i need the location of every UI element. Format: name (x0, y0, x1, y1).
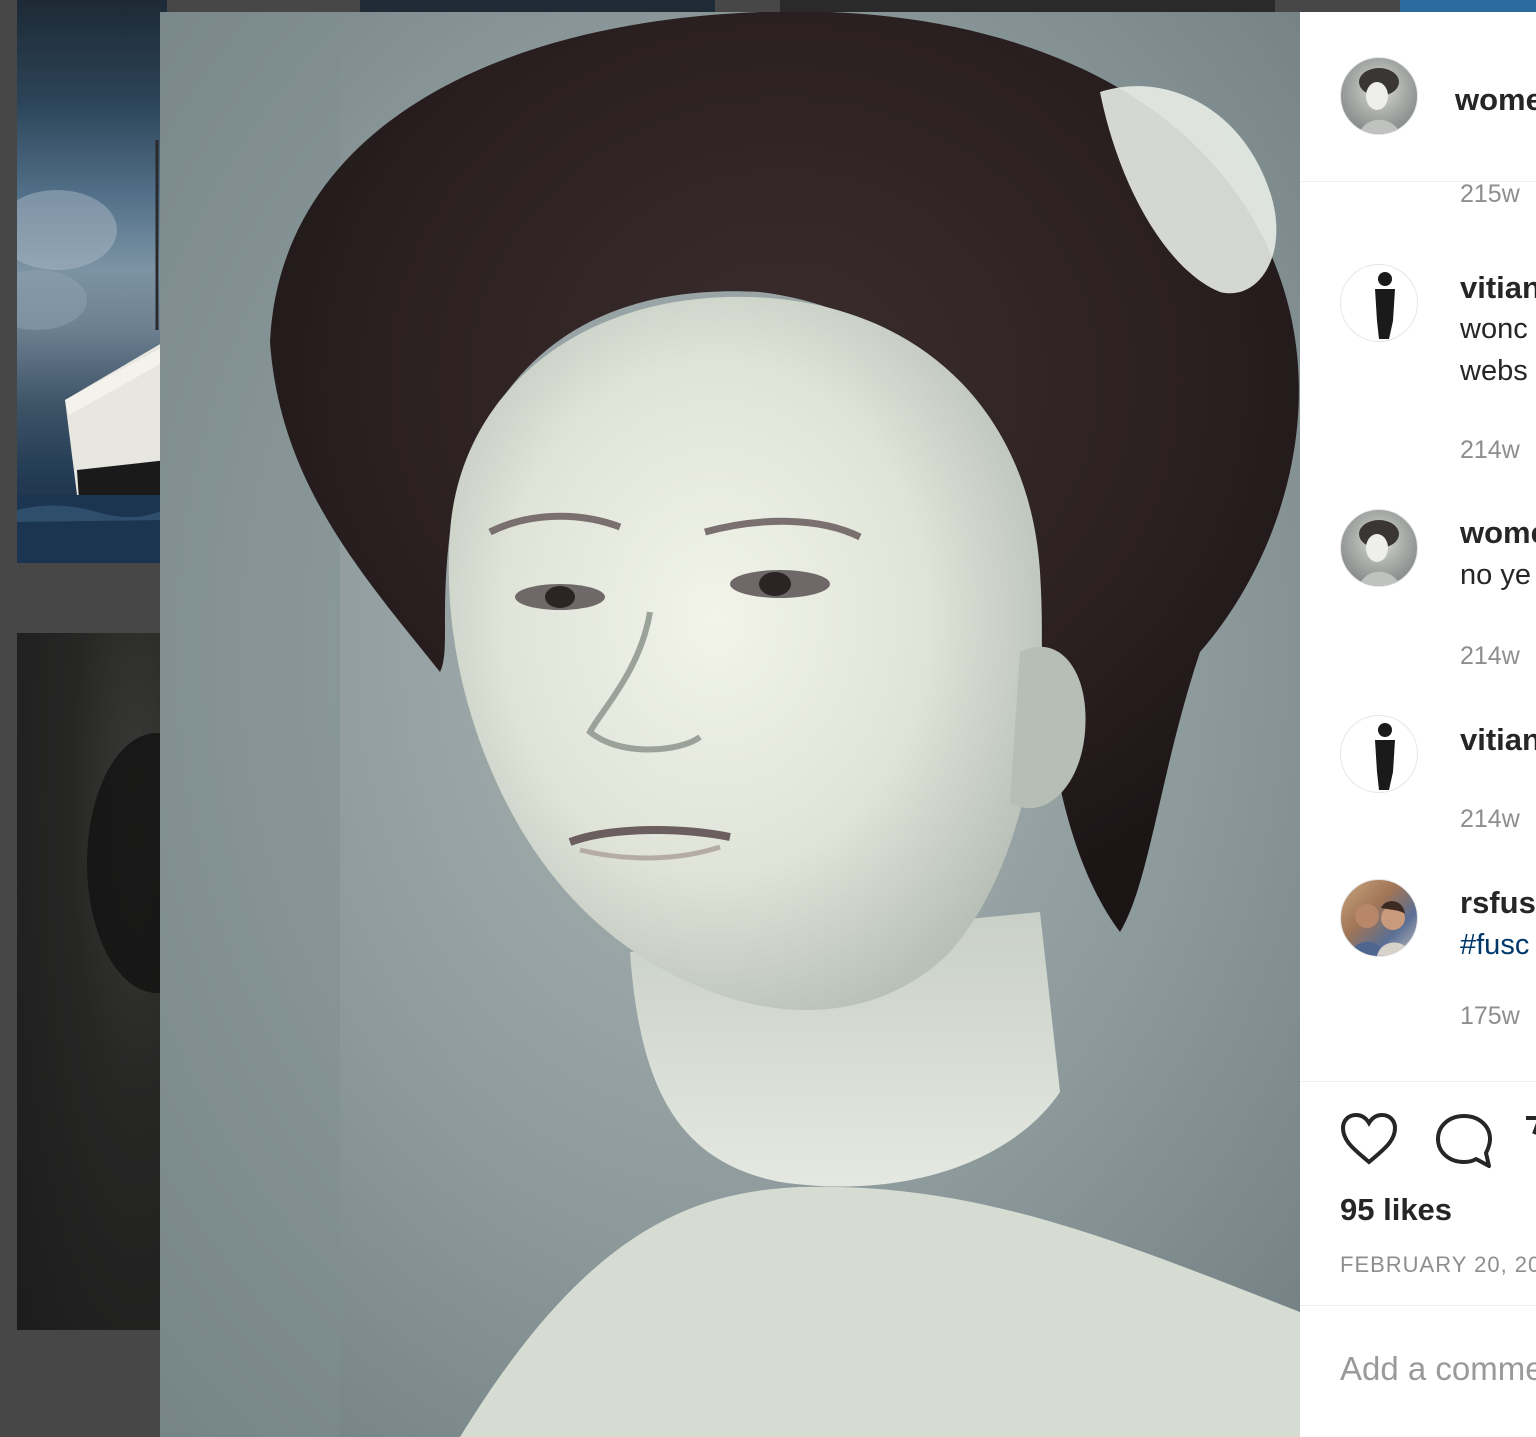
background-feed-thumbnail-ship[interactable] (17, 0, 167, 563)
commenter-avatar[interactable] (1340, 264, 1418, 342)
comment-text-line: no ye (1460, 559, 1531, 591)
comment-timestamp[interactable]: 175w (1460, 1002, 1520, 1031)
background-feed-thumbnail[interactable] (1400, 0, 1536, 12)
ship-illustration (17, 140, 167, 563)
couple-photo-icon (1349, 901, 1411, 956)
post-details-panel: wome 215w vitian wonc webs 214w wome no … (1300, 12, 1536, 1437)
background-feed-thumbnail[interactable] (780, 0, 1275, 12)
woman-portrait-icon (1359, 520, 1401, 586)
commenter-avatar[interactable] (1340, 715, 1418, 793)
comment-timestamp[interactable]: 215w (1460, 180, 1520, 209)
man-standing-icon (1375, 723, 1395, 790)
background-feed-thumbnail[interactable] (360, 0, 715, 12)
commenter-username[interactable]: rsfusc (1460, 885, 1536, 921)
author-username[interactable]: wome (1455, 82, 1536, 118)
commenter-username[interactable]: wome (1460, 515, 1536, 551)
commenter-avatar[interactable] (1340, 879, 1418, 957)
comment-text-line: wonc (1460, 313, 1528, 345)
heart-icon (1340, 1112, 1398, 1165)
man-standing-icon (1375, 272, 1395, 339)
post-photo[interactable] (160, 12, 1300, 1437)
author-avatar[interactable] (1340, 57, 1418, 135)
commenter-username[interactable]: vitian (1460, 722, 1536, 758)
divider (1300, 1081, 1536, 1082)
commenter-username[interactable]: vitian (1460, 270, 1536, 306)
share-button[interactable] (1524, 1112, 1536, 1167)
background-feed-thumbnail-dark[interactable] (17, 633, 167, 1330)
instagram-post-modal-view: wome 215w vitian wonc webs 214w wome no … (0, 0, 1536, 1437)
post-date[interactable]: FEBRUARY 20, 201 (1340, 1252, 1536, 1278)
comment-text-line: webs (1460, 355, 1528, 387)
post-header: wome (1300, 12, 1536, 182)
likes-count[interactable]: 95 likes (1340, 1192, 1452, 1228)
comment-hashtag-link[interactable]: #fusc (1460, 924, 1529, 966)
comment-timestamp[interactable]: 214w (1460, 642, 1520, 671)
add-comment-input[interactable]: Add a comme (1340, 1350, 1536, 1388)
portrait-photo-image (160, 12, 1300, 1437)
comment-timestamp[interactable]: 214w (1460, 436, 1520, 465)
woman-portrait-icon (1359, 68, 1401, 134)
comment-timestamp[interactable]: 214w (1460, 805, 1520, 834)
dark-portrait-thumbnail (87, 733, 167, 993)
divider (1300, 1305, 1536, 1306)
share-icon (1526, 1116, 1536, 1135)
like-button[interactable] (1340, 1112, 1398, 1171)
commenter-avatar[interactable] (1340, 509, 1418, 587)
comment-button[interactable] (1434, 1112, 1494, 1175)
comment-icon (1436, 1114, 1492, 1168)
